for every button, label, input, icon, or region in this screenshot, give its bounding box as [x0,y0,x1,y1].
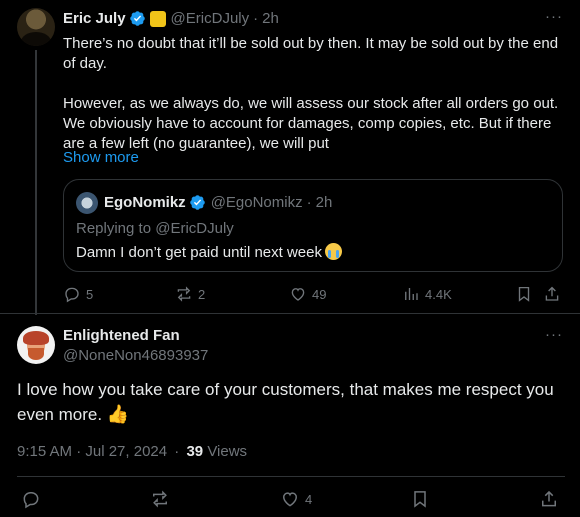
like-count: 49 [312,286,327,302]
tweet-meta: 9:15 AM · Jul 27, 2024 · 39 Views [17,443,247,460]
show-more-link[interactable]: Show more [63,149,139,166]
more-icon[interactable]: ··· [545,8,563,25]
share-icon [542,490,556,507]
crying-emoji-icon [324,243,342,260]
avatar-egonomikz [76,192,98,214]
like-icon [291,288,305,301]
quote-text-line: Damn I don’t get paid until next week [76,243,342,261]
quote-author-handle: @EgoNomikz [210,194,303,211]
like-button[interactable]: 4 [280,489,312,509]
bookmark-icon [414,491,426,508]
quote-time: 2h [315,194,333,211]
separator: · [253,10,259,27]
reply-text-block: I love how you take care of your custome… [17,378,565,427]
reply-text: I love how you take care of your custome… [17,380,554,424]
quote-text: Damn I don’t get paid until next week [76,244,322,261]
subscriber-badge-icon [149,10,166,27]
share-button[interactable] [539,489,559,509]
like-count: 4 [305,491,313,507]
reply-icon [65,287,79,303]
share-icon [545,286,559,301]
repost-icon [153,490,167,508]
verified-icon [189,195,205,210]
reply-author-name[interactable]: Enlightened Fan [63,327,180,344]
tweet-time[interactable]: 2h [262,10,279,27]
reply-icon [23,492,39,509]
repost-button[interactable]: 2 [175,285,205,303]
views-label: Views [207,443,248,460]
tweet-paragraph-1: There’s no doubt that it’ll be sold out … [63,35,559,72]
reply-actions: 4 [0,489,580,511]
more-icon[interactable]: ··· [545,326,563,343]
author-name[interactable]: Eric July [63,10,126,27]
views-count: 39 [186,443,204,460]
meta-divider [17,476,565,477]
tweet-text: There’s no doubt that it’ll be sold out … [63,34,565,154]
tweet-actions: 5 2 49 4.4K [0,285,580,305]
thread-line [35,50,37,315]
bookmark-button[interactable] [410,489,430,509]
views-button[interactable]: 4.4K [402,285,452,303]
tweet-divider [0,313,580,314]
reply-author-handle[interactable]: @NoneNon46893937 [63,347,208,364]
share-button[interactable] [543,285,561,303]
author-handle[interactable]: @EricDJuly [171,10,250,27]
tweet-header: Eric July @EricDJuly · 2h [63,10,279,27]
like-button[interactable]: 49 [289,285,326,303]
reply-button[interactable] [21,489,41,509]
reply-count: 5 [86,286,94,302]
replying-to: Replying to @EricDJuly [76,220,234,237]
verified-icon [129,11,145,26]
avatar-enlightened-fan[interactable] [17,326,55,364]
views-count: 4.4K [425,286,452,302]
avatar-eric-july[interactable] [17,8,55,46]
reply-timestamp[interactable]: 9:15 AM · Jul 27, 2024 [17,443,167,460]
like-icon [282,492,298,507]
meta-separator: · [174,443,180,460]
quote-author-name: EgoNomikz [104,194,186,211]
repost-icon [177,286,191,302]
thumbs-up-emoji-icon: 👍 [106,404,130,424]
bookmark-button[interactable] [515,285,533,303]
parent-tweet[interactable]: Eric July @EricDJuly · 2h ··· There’s no… [0,0,580,315]
separator: · [306,194,312,211]
quoted-tweet[interactable]: EgoNomikz @EgoNomikz · 2h Replying to @E… [63,179,563,272]
views-icon [405,288,418,300]
reply-button[interactable]: 5 [63,285,93,303]
repost-button[interactable] [150,489,170,509]
repost-count: 2 [198,286,206,302]
tweet-paragraph-2: However, as we always do, we will assess… [63,95,559,152]
quote-header: EgoNomikz @EgoNomikz · 2h [104,194,332,211]
bookmark-icon [518,286,530,302]
